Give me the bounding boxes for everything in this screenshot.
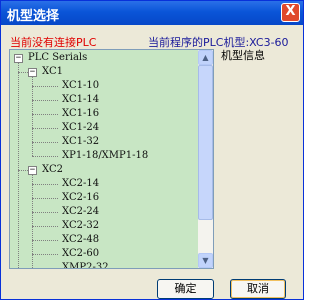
tree-guide-line — [32, 184, 58, 185]
close-icon: X — [285, 4, 296, 19]
tree-guide-line — [32, 254, 58, 255]
model-info-label: 机型信息 — [221, 49, 265, 62]
tree-item[interactable]: XP1-18/XMP1-18 — [62, 150, 148, 162]
tree-guide-line — [18, 170, 28, 171]
scroll-up-button[interactable]: ▲ — [198, 50, 213, 65]
title-bar[interactable]: 机型选择 X — [1, 1, 303, 25]
cancel-button[interactable]: 取消 — [230, 279, 286, 299]
tree-item[interactable]: XC1-16 — [62, 108, 99, 120]
tree-item[interactable]: XC1-32 — [62, 136, 99, 148]
scroll-down-button[interactable]: ▼ — [198, 253, 213, 268]
tree-item[interactable]: XC2-48 — [62, 234, 99, 246]
plc-model-tree[interactable]: − PLC Serials − XC1 XC1-10 XC1-14 XC1-16 XC1-24… — [9, 49, 214, 269]
tree-guide-line — [32, 142, 58, 143]
tree-guide-line — [18, 63, 19, 268]
tree-guide-line — [32, 128, 58, 129]
tree-item[interactable]: XC2-32 — [62, 220, 99, 232]
close-button[interactable]: X — [281, 3, 300, 22]
tree-guide-line — [32, 240, 58, 241]
tree-item[interactable]: XC1-14 — [62, 94, 99, 106]
tree-item[interactable]: XC2-16 — [62, 192, 99, 204]
tree-group-xc1[interactable]: XC1 — [42, 66, 63, 78]
tree-item[interactable]: XC1-24 — [62, 122, 99, 134]
tree-guide-line — [32, 77, 33, 156]
tree-guide-line — [32, 156, 58, 157]
tree-root-expander-icon[interactable]: − — [14, 54, 23, 63]
tree-item[interactable]: XC2-24 — [62, 206, 99, 218]
tree-guide-line — [18, 72, 28, 73]
tree-guide-line — [32, 100, 58, 101]
tree-item[interactable]: XMP2-32 — [62, 262, 109, 268]
model-select-dialog: 机型选择 X 当前没有连接PLC 当前程序的PLC机型:XC3-60 − PLC … — [0, 0, 304, 300]
tree-item[interactable]: XC2-14 — [62, 178, 99, 190]
window-title: 机型选择 — [7, 9, 60, 24]
tree-group-expander-icon[interactable]: − — [28, 68, 37, 77]
tree-guide-line — [32, 86, 58, 87]
ok-button[interactable]: 确定 — [157, 279, 214, 299]
tree-guide-line — [32, 198, 58, 199]
tree-group-expander-icon[interactable]: − — [28, 166, 37, 175]
scroll-up-icon: ▲ — [202, 53, 209, 62]
tree-guide-line — [32, 226, 58, 227]
tree-content: − PLC Serials − XC1 XC1-10 XC1-14 XC1-16 XC1-24… — [10, 50, 199, 268]
tree-item[interactable]: XC2-60 — [62, 248, 99, 260]
scroll-down-icon: ▼ — [202, 256, 209, 265]
tree-root-node[interactable]: PLC Serials — [28, 52, 87, 64]
tree-guide-line — [32, 114, 58, 115]
tree-guide-line — [32, 212, 58, 213]
tree-scrollbar[interactable]: ▲ ▼ — [198, 50, 213, 268]
connection-status: 当前没有连接PLC — [10, 36, 97, 49]
tree-group-xc2[interactable]: XC2 — [42, 164, 63, 176]
scroll-thumb[interactable] — [198, 65, 213, 220]
tree-item[interactable]: XC1-10 — [62, 80, 99, 92]
current-model-status: 当前程序的PLC机型:XC3-60 — [148, 34, 289, 50]
